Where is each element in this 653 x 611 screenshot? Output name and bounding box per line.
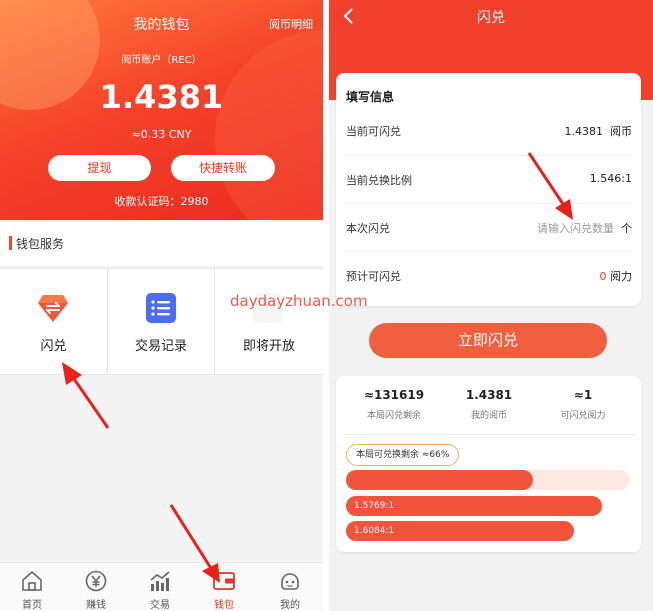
tab-profile[interactable]: 我的 [258, 563, 322, 611]
remaining-pill: 本局可兑换剩余 ≈66% [346, 444, 460, 466]
amount-row: 本次闪兑 请输入闪兑数量 个 [346, 203, 632, 251]
tab-home[interactable]: 首页 [0, 563, 64, 611]
stat-value: ≈1 [573, 388, 593, 402]
amount-input[interactable]: 请输入闪兑数量 [537, 220, 614, 236]
payment-code: 收款认证码：2980 [114, 195, 209, 208]
estimate-value: 0 [599, 270, 607, 283]
withdraw-button[interactable]: 提现 [48, 155, 151, 181]
yen-coin-icon [85, 570, 107, 592]
service-label: 交易记录 [134, 339, 187, 354]
transaction-list-icon [146, 293, 176, 323]
coin-detail-link[interactable]: 阅币明细 [269, 16, 313, 32]
rate-level-bar: 1.6084:1 [346, 521, 574, 541]
pool-status-card: ≈131619 本局闪兑剩余 1.4381 我的阅币 ≈1 可闪兑阅力 本局可兑… [336, 376, 641, 552]
tab-wallet[interactable]: 钱包 [192, 563, 256, 611]
estimate-unit: 阅力 [610, 270, 632, 283]
wallet-services-header: 钱包服务 [0, 222, 323, 266]
stat-value: ≈131619 [363, 388, 425, 402]
stat-remaining: ≈131619 本局闪兑剩余 [344, 388, 444, 421]
stat-label: 本局闪兑剩余 [366, 411, 421, 421]
tab-trade[interactable]: 交易 [128, 563, 192, 611]
remaining-progress-fill [346, 470, 534, 490]
quick-transfer-button[interactable]: 快捷转账 [171, 155, 275, 181]
wallet-balance: 1.4381 [99, 78, 224, 116]
estimate-value-group: 0 阅力 [600, 268, 633, 284]
section-title: 钱包服务 [16, 237, 65, 251]
flash-exchange-icon [38, 295, 68, 322]
estimate-row: 预计可闪兑 0 阅力 [346, 251, 632, 299]
trend-chart-icon [150, 571, 170, 591]
stat-label: 可闪兑阅力 [560, 411, 606, 421]
screenshot-root: 我的钱包 阅币明细 阅币账户（REC） 1.4381 ≈0.33 CNY 提现 … [0, 0, 653, 611]
account-label: 阅币账户（REC） [121, 55, 202, 66]
stat-my-coins: 1.4381 我的阅币 [439, 388, 539, 421]
row-label: 本次闪兑 [346, 222, 390, 235]
row-value: 1.4381 阅币 [565, 123, 633, 139]
stat-label: 我的阅币 [470, 411, 507, 421]
section-marker [9, 236, 12, 250]
tab-earn[interactable]: 赚钱 [64, 563, 128, 611]
stat-exchangeable: ≈1 可闪兑阅力 [533, 388, 633, 421]
row-label: 当前可闪兑 [346, 125, 401, 138]
amount-unit: 个 [621, 222, 632, 235]
bottom-tab-bar: 首页 赚钱 交易 钱包 我的 [0, 562, 323, 611]
available-unit: 阅币 [610, 125, 632, 138]
divider [342, 434, 635, 435]
service-transactions[interactable]: 交易记录 [107, 269, 214, 375]
wallet-icon [213, 572, 235, 590]
flash-exchange-button[interactable]: 立即闪兑 [369, 323, 607, 358]
remaining-progress-track [346, 470, 630, 490]
smiley-face-icon [281, 573, 299, 590]
wallet-header: 我的钱包 阅币明细 阅币账户（REC） 1.4381 ≈0.33 CNY 提现 … [0, 0, 323, 220]
tab-label: 赚钱 [86, 600, 106, 611]
rate-level-bar: 1.5769:1 [346, 496, 602, 516]
service-label: 闪兑 [40, 339, 67, 354]
tab-label: 交易 [150, 600, 170, 611]
stat-value: 1.4381 [465, 388, 513, 402]
cny-equivalent: ≈0.33 CNY [131, 128, 192, 141]
exchange-form-card: 填写信息 当前可闪兑 1.4381 阅币 当前兑换比例 1.546:1 本次闪兑… [336, 73, 641, 306]
form-title: 填写信息 [346, 90, 395, 104]
ratio-row: 当前兑换比例 1.546:1 [346, 155, 632, 203]
page-title: 闪兑 [477, 10, 505, 26]
home-icon [22, 571, 42, 591]
ratio-value: 1.546:1 [589, 172, 632, 185]
available-row: 当前可闪兑 1.4381 阅币 [346, 107, 632, 155]
available-value: 1.4381 [564, 125, 604, 138]
tab-label: 钱包 [214, 600, 234, 611]
watermark: daydayzhuan.com [230, 292, 368, 310]
service-label: 即将开放 [242, 339, 295, 354]
services-grid: 闪兑 交易记录 即将开放 [0, 268, 323, 375]
service-coming-soon: 即将开放 [214, 269, 323, 375]
flash-exchange-screen: 闪兑 填写信息 当前可闪兑 1.4381 阅币 当前兑换比例 1.546:1 本… [329, 0, 653, 611]
row-label: 当前兑换比例 [346, 174, 412, 187]
service-flash-exchange[interactable]: 闪兑 [0, 269, 107, 375]
tab-label: 首页 [22, 600, 42, 611]
row-label: 预计可闪兑 [346, 270, 401, 283]
tab-label: 我的 [280, 600, 300, 611]
